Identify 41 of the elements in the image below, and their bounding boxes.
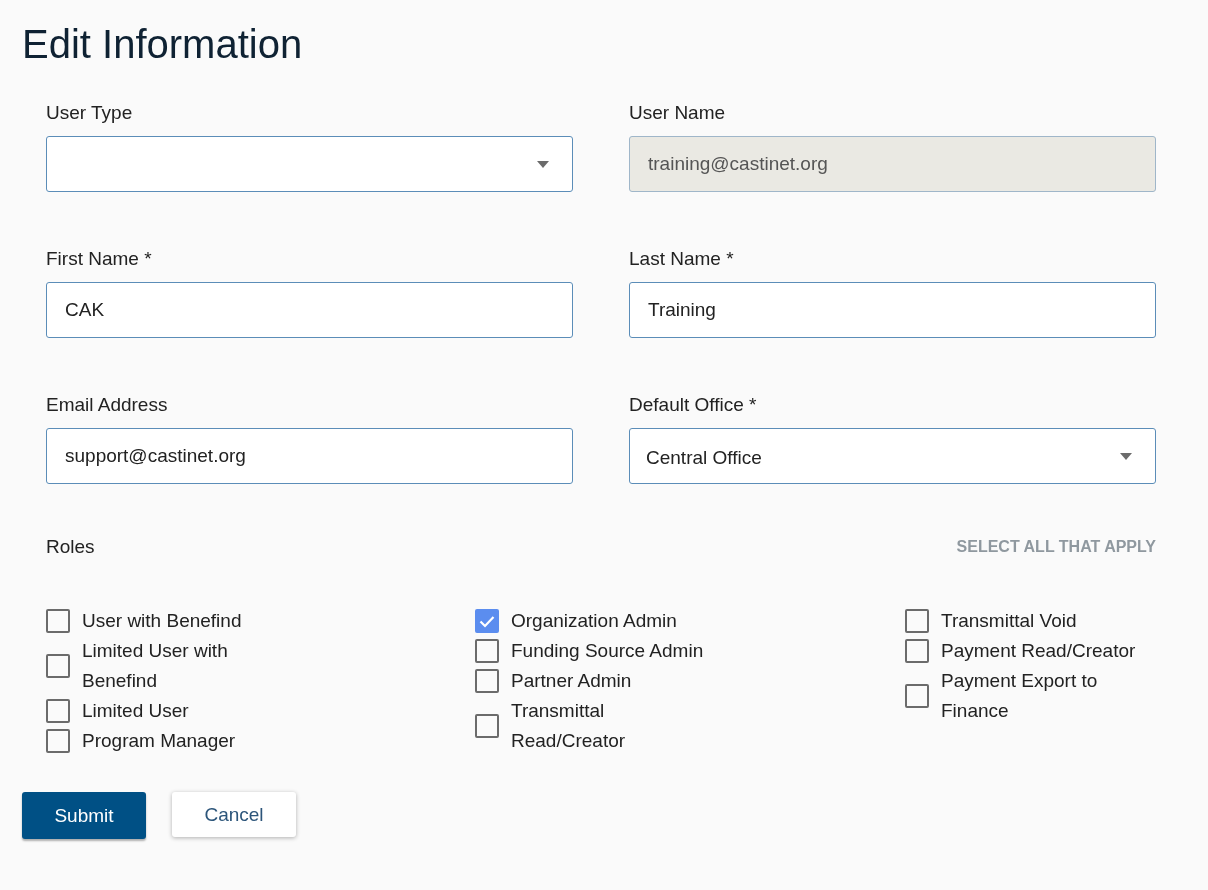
checkbox[interactable] [475, 669, 499, 693]
checkbox-label: Funding Source Admin [511, 639, 704, 663]
checkbox[interactable] [905, 609, 929, 633]
checkbox[interactable] [905, 684, 929, 708]
checkbox[interactable] [475, 714, 499, 738]
checkbox-label: Payment Read/Creator [941, 639, 1136, 663]
caret-icon [1120, 452, 1132, 460]
checkmark-icon [479, 614, 495, 628]
roles-hint: SELECT ALL THAT APPLY [956, 538, 1156, 556]
field-label: User Type [46, 102, 134, 124]
checkbox[interactable] [905, 639, 929, 663]
checkbox-label: Partner Admin [511, 669, 632, 693]
checkbox[interactable] [46, 654, 70, 678]
field-label: Email Address [46, 394, 169, 416]
checkbox[interactable] [475, 639, 499, 663]
checkbox[interactable] [46, 729, 70, 753]
checkbox-label: Limited User with Benefind [82, 639, 229, 693]
dropdown[interactable] [46, 136, 573, 192]
checkbox[interactable] [475, 609, 499, 633]
checkbox-label: Program Manager [82, 729, 236, 753]
checkbox-label: Limited User [82, 699, 189, 723]
dropdown[interactable]: Central Office [629, 428, 1156, 484]
checkbox-label: User with Benefind [82, 609, 242, 633]
text-field[interactable]: CAK [46, 282, 573, 338]
checkbox-label: Organization Admin [511, 609, 677, 633]
checkbox[interactable] [46, 699, 70, 723]
checkbox-label: Transmittal Void [941, 609, 1077, 633]
field-label: User Name [629, 102, 727, 124]
roles-label: Roles [46, 536, 95, 558]
text-field[interactable]: Training [629, 282, 1156, 338]
page-title: Edit Information [22, 21, 304, 68]
field-label: Last Name * [629, 248, 735, 270]
submit-button[interactable]: Submit [22, 792, 146, 839]
caret-icon [537, 160, 549, 168]
cancel-button[interactable]: Cancel [172, 792, 296, 837]
field-label: First Name * [46, 248, 153, 270]
checkbox-label: Transmittal Read/Creator [511, 699, 627, 753]
checkbox[interactable] [46, 609, 70, 633]
field-label: Default Office * [629, 394, 758, 416]
checkbox-label: Payment Export to Finance [941, 669, 1099, 723]
text-field[interactable]: support@castinet.org [46, 428, 573, 484]
